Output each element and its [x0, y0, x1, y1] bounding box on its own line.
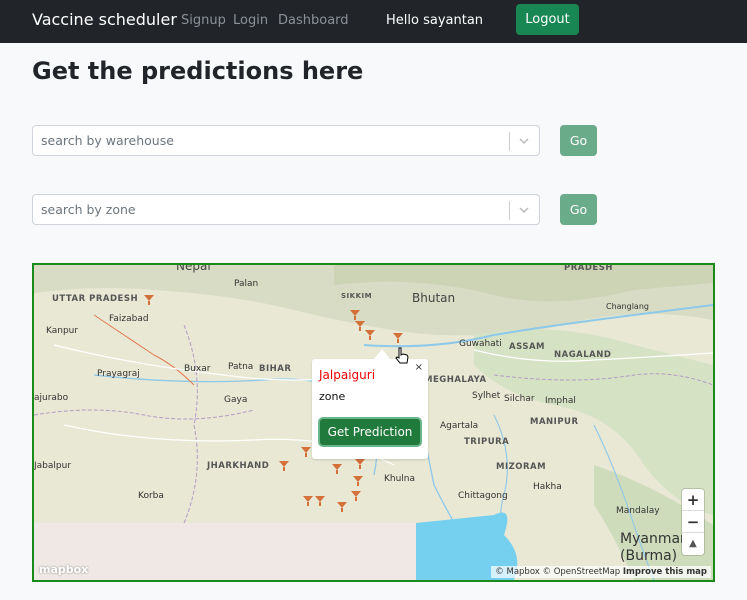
map-label-palan: Palan	[234, 279, 259, 289]
hand-cursor-icon	[395, 347, 409, 364]
map-label-agartala: Agartala	[440, 421, 479, 431]
user-greeting: Hello sayantan	[386, 13, 484, 28]
map-label-tripura: TRIPURA	[464, 437, 510, 447]
popup-zone-type: zone	[319, 390, 346, 403]
warehouse-marker-icon[interactable]	[314, 495, 326, 507]
get-prediction-button[interactable]: Get Prediction	[318, 417, 422, 447]
zone-go-button[interactable]: Go	[560, 194, 597, 225]
map-label-silchar: Silchar	[504, 394, 535, 404]
warehouse-marker-icon[interactable]	[350, 490, 362, 502]
attribution-mapbox-link[interactable]: © Mapbox	[495, 567, 540, 577]
map-label-meghalaya: MEGHALAYA	[424, 375, 487, 385]
logout-button[interactable]: Logout	[516, 4, 579, 35]
map-label-sylhet: Sylhet	[472, 391, 501, 401]
popup-close-icon[interactable]: ×	[415, 362, 423, 373]
warehouse-marker-icon[interactable]	[278, 460, 290, 472]
warehouse-go-button[interactable]: Go	[560, 125, 597, 156]
map-label-changlang: Changlang	[606, 302, 649, 311]
warehouse-marker-icon[interactable]	[336, 501, 348, 513]
map-label-mizoram: MIZORAM	[496, 462, 547, 472]
warehouse-search-select[interactable]: search by warehouse	[32, 125, 540, 156]
zoom-in-button[interactable]: +	[682, 489, 704, 511]
map-label-khulna: Khulna	[384, 474, 416, 484]
map-label-manipur: MANIPUR	[530, 417, 579, 427]
chevron-down-icon[interactable]	[518, 204, 530, 216]
nav-dashboard-link[interactable]: Dashboard	[278, 13, 349, 28]
warehouse-marker-icon[interactable]	[364, 329, 376, 341]
brand-title[interactable]: Vaccine scheduler	[32, 10, 177, 29]
map-label-sikkim: SIKKIM	[341, 292, 373, 300]
top-navbar: Vaccine scheduler Signup Login Dashboard…	[0, 0, 747, 43]
map-label-faizabad: Faizabad	[109, 314, 149, 324]
map-label-guwahati: Guwahati	[459, 339, 502, 349]
warehouse-marker-icon[interactable]	[352, 475, 364, 487]
map-label-bihar: BIHAR	[259, 364, 292, 374]
map-label-gaya: Gaya	[224, 395, 248, 405]
map-label-ajurabo: ajurabo	[34, 393, 69, 403]
zoom-out-button[interactable]: −	[682, 511, 704, 533]
nav-signup-link[interactable]: Signup	[181, 13, 226, 28]
mapbox-logo[interactable]: mapbox	[39, 563, 88, 576]
map-container[interactable]: Nepal Bhutan Myanmar (Burma) UTTAR PRADE…	[32, 263, 715, 582]
map-label-pradesh: PRADESH	[564, 263, 613, 273]
map-label-jharkhand: JHARKHAND	[207, 461, 270, 471]
map-label-hakha: Hakha	[533, 482, 562, 492]
map-label-mandalay: Mandalay	[616, 506, 660, 516]
zone-popup: Jalpaiguri zone × Get Prediction	[312, 359, 428, 459]
map-attribution: © Mapbox © OpenStreetMap Improve this ma…	[491, 566, 711, 578]
improve-map-link[interactable]: Improve this map	[623, 567, 707, 577]
warehouse-marker-icon[interactable]	[302, 495, 314, 507]
map-label-korba: Korba	[138, 491, 164, 501]
map-label-buxar: Buxar	[184, 364, 211, 374]
map-label-chittagong: Chittagong	[458, 491, 508, 501]
chevron-down-icon[interactable]	[518, 135, 530, 147]
map-label-jabalpur: Jabalpur	[34, 461, 72, 471]
zone-search-select[interactable]: search by zone	[32, 194, 540, 225]
page-title: Get the predictions here	[32, 57, 364, 85]
map-label-kanpur: Kanpur	[46, 326, 79, 336]
zone-search-placeholder: search by zone	[41, 202, 136, 217]
map-label-prayagraj: Prayagraj	[97, 369, 140, 379]
warehouse-marker-icon[interactable]	[300, 446, 312, 458]
map-label-nepal: Nepal	[176, 263, 211, 273]
popup-tip	[374, 349, 390, 359]
attribution-osm-link[interactable]: © OpenStreetMap	[543, 567, 621, 577]
compass-icon[interactable]: ▲	[682, 533, 704, 555]
map-label-patna: Patna	[228, 362, 254, 372]
map-label-imphal: Imphal	[545, 396, 576, 406]
select-divider	[509, 201, 510, 220]
map-label-nagaland: NAGALAND	[554, 350, 612, 360]
warehouse-marker-icon[interactable]	[143, 294, 155, 306]
warehouse-marker-icon[interactable]	[354, 458, 366, 470]
nav-login-link[interactable]: Login	[233, 13, 268, 28]
warehouse-search-placeholder: search by warehouse	[41, 133, 174, 148]
zoom-controls: + − ▲	[682, 489, 704, 555]
map-label-assam: ASSAM	[509, 342, 545, 352]
map-label-bhutan: Bhutan	[412, 291, 456, 305]
warehouse-marker-icon[interactable]	[392, 332, 404, 344]
popup-zone-name: Jalpaiguri	[319, 368, 376, 382]
select-divider	[509, 132, 510, 151]
map-label-uttar-pradesh: UTTAR PRADESH	[52, 294, 139, 304]
warehouse-marker-icon[interactable]	[331, 463, 343, 475]
